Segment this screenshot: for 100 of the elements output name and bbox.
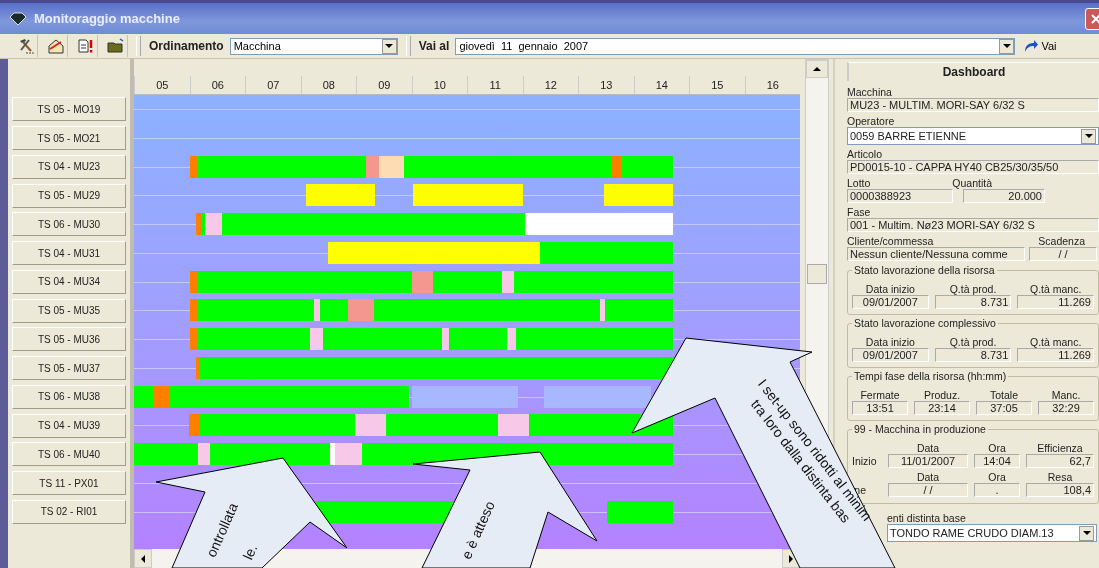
window-title: Monitoraggio macchine [34, 11, 180, 26]
callout-text: e è atteso [458, 498, 498, 562]
column-label: Fermate [859, 389, 901, 401]
group-title: Tempi fase della risorsa (hh:mm) [852, 370, 1009, 382]
column-label: Q.tà manc. [1028, 336, 1083, 348]
column-label: Data inizio [864, 283, 916, 295]
timeline-bar-drawing[interactable] [306, 184, 673, 207]
bom-dropdown[interactable]: TONDO RAME CRUDO DIAM.13 [887, 524, 1097, 542]
field-label: Quantità [952, 177, 993, 189]
value-field: 23:14 [914, 401, 970, 415]
article-field: PD0015-10 - CAPPA HY40 CB25/30/35/50 [847, 160, 1099, 174]
machine-button[interactable]: TS 11 - PX01 [12, 471, 126, 496]
field-label: Cliente/commessa [847, 235, 934, 247]
column-label: Ora [987, 442, 1007, 454]
dashboard-title: Dashboard [847, 62, 1099, 81]
customer-field: Nessun cliente/Nessuna comme [847, 247, 1025, 261]
machine-button[interactable]: TS 06 - MU30 [12, 212, 126, 237]
value-field: 62,7 [1026, 454, 1094, 468]
field-label: Articolo [847, 148, 883, 160]
machine-button[interactable]: TS 04 - MU31 [12, 241, 126, 266]
machine-button[interactable]: TS 05 - MU29 [12, 183, 126, 208]
timeline-bar-drawing[interactable] [134, 443, 673, 465]
quantity-field: 20.000 [963, 189, 1045, 203]
column-label: Q.tà manc. [1028, 283, 1083, 295]
machine-button[interactable]: TS 06 - MU38 [12, 384, 126, 409]
machine-button[interactable]: TS 05 - MO19 [12, 97, 126, 122]
timeline-bar-drawing[interactable] [190, 270, 673, 293]
machine-button[interactable]: TS 02 - RI01 [12, 499, 126, 524]
column-label: Resa [1046, 471, 1074, 483]
hour-header: 16 [744, 76, 800, 94]
machine-button[interactable]: TS 04 - MU39 [12, 413, 126, 438]
phase-field: 001 - Multim. Nø23 MORI-SAY 6/32 S [847, 218, 1099, 232]
timeline-bar-drawing[interactable] [134, 385, 651, 408]
field-label: Macchina [847, 86, 893, 98]
timeline-bar-drawing[interactable] [196, 356, 673, 379]
hour-header: 08 [300, 76, 356, 94]
column-label: Efficienza [1036, 442, 1084, 454]
column-label: Data [915, 471, 941, 483]
value-field: 09/01/2007 [852, 348, 929, 362]
right-arrow-icon [789, 554, 793, 563]
column-label: Data inizio [864, 336, 916, 348]
left-arrow-icon [141, 554, 145, 563]
close-icon [1091, 13, 1099, 24]
hour-header: 10 [411, 76, 467, 94]
sort-dropdown[interactable]: Macchina [229, 37, 398, 55]
machine-button[interactable]: TS 05 - MU36 [12, 327, 126, 352]
caret-icon [1084, 134, 1093, 138]
machine-button[interactable]: TS 06 - MU40 [12, 442, 126, 467]
hour-header: 13 [578, 76, 634, 94]
value-field: 09/01/2007 [852, 295, 929, 309]
group-title: Stato lavorazione della risorsa [852, 264, 997, 276]
sort-label: Ordinamento [149, 39, 224, 53]
go-button[interactable]: Vai [1021, 39, 1057, 53]
column-label: Q.tà prod. [948, 336, 998, 348]
value-field: 11.269 [1017, 295, 1094, 309]
machine-button[interactable]: TS 04 - MU23 [12, 154, 126, 179]
date-dropdown[interactable]: giovedì 11 gennaio 2007 [455, 37, 1016, 55]
hour-header: 05 [134, 76, 190, 94]
group-title: 99 - Macchina in produzione [852, 423, 988, 435]
value-field: 11.269 [1017, 348, 1094, 362]
hour-header: 15 [689, 76, 745, 94]
value-field: . [974, 483, 1020, 497]
column-label: Ora [987, 471, 1007, 483]
value-field: 32:29 [1038, 401, 1094, 415]
up-arrow-icon [813, 67, 821, 71]
machine-button[interactable]: TS 04 - MU34 [12, 269, 126, 294]
hour-header: 11 [467, 76, 523, 94]
value-field: 108,4 [1026, 483, 1094, 497]
column-label: Manc. [1050, 389, 1082, 401]
column-label: Produz. [922, 389, 962, 401]
timeline-bar-drawing[interactable] [328, 241, 673, 264]
callout-text: le. [239, 542, 261, 562]
caret-icon [1002, 44, 1011, 48]
machine-button[interactable]: TS 05 - MU35 [12, 298, 126, 323]
timeline-bar-drawing[interactable] [190, 155, 673, 178]
row-label: Inizio [852, 454, 878, 469]
scrollbar-thumb[interactable] [807, 264, 827, 284]
field-label: Fase [847, 206, 872, 218]
caret-icon [385, 44, 394, 48]
lot-field: 0000388923 [847, 189, 953, 203]
folder-icon[interactable] [104, 35, 128, 57]
timeline-bar-drawing[interactable] [190, 299, 673, 322]
value-field: 37:05 [976, 401, 1032, 415]
operator-dropdown[interactable]: 0059 BARRE ETIENNE [847, 127, 1099, 145]
timeline-bar-drawing[interactable] [189, 414, 673, 437]
column-label: Totale [989, 389, 1019, 401]
machine-button[interactable]: TS 05 - MO21 [12, 126, 126, 151]
value-field: 14:04 [974, 454, 1020, 468]
hour-header: 07 [245, 76, 301, 94]
due-date-field: / / [1029, 247, 1097, 261]
value-field: 8.731 [934, 295, 1012, 309]
hour-header: 14 [633, 76, 689, 94]
field-label: Scadenza [1038, 235, 1085, 247]
goto-label: Vai al [418, 39, 450, 53]
field-label: Lotto [847, 177, 871, 189]
diamond-icon [8, 11, 28, 26]
machine-button[interactable]: TS 05 - MU37 [12, 356, 126, 381]
value-field: 8.731 [934, 348, 1012, 362]
group-title: Stato lavorazione complessivo [852, 317, 998, 329]
value-field: / / [888, 483, 968, 497]
